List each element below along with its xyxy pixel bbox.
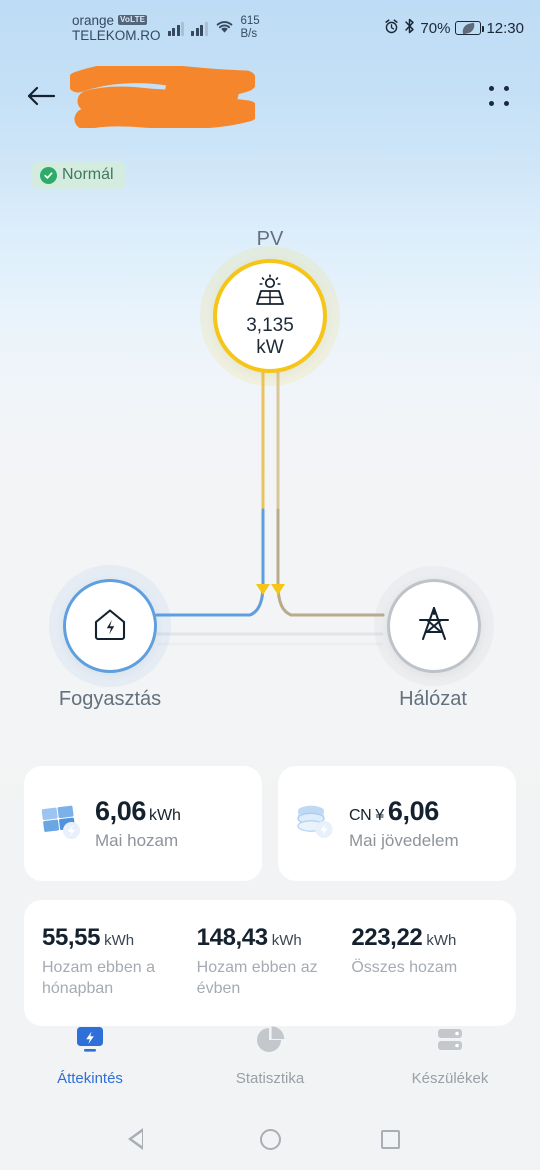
stat-year-value: 148,43 bbox=[196, 924, 268, 951]
nav-home-icon bbox=[259, 1128, 281, 1150]
grid-node-label: Hálózat bbox=[399, 688, 467, 710]
bottom-tab-bar: Áttekintés Statisztika Készülékek bbox=[0, 1010, 540, 1108]
stat-month[interactable]: 55,55 kWh Hozam ebben a hónapban bbox=[42, 924, 189, 1000]
today-yield-text: 6,06 kWh Mai hozam bbox=[95, 796, 181, 851]
today-income-value-row: CN ¥6,06 bbox=[349, 796, 459, 827]
wifi-icon bbox=[215, 19, 234, 37]
nav-recents-icon bbox=[380, 1129, 400, 1149]
today-income-value: 6,06 bbox=[387, 796, 439, 826]
pv-node[interactable]: 3,135 kW bbox=[213, 259, 327, 373]
android-navigation-bar bbox=[0, 1108, 540, 1170]
flow-arrow-left bbox=[256, 584, 270, 595]
status-badge-label: Normál bbox=[62, 166, 114, 183]
carrier-name: orange bbox=[72, 12, 115, 28]
consumption-node[interactable] bbox=[63, 579, 157, 673]
back-button[interactable] bbox=[24, 79, 58, 113]
today-yield-unit: kWh bbox=[148, 807, 181, 824]
today-income-text: CN ¥6,06 Mai jövedelem bbox=[349, 796, 459, 851]
stat-total[interactable]: 223,22 kWh Összes hozam bbox=[351, 924, 498, 1000]
solar-panel-blue-icon bbox=[40, 801, 82, 846]
flow-arrow-right bbox=[271, 584, 285, 595]
signal-strength-icon-1 bbox=[167, 21, 185, 36]
solar-panel-icon bbox=[250, 274, 290, 313]
energy-flow-diagram: PV 3,135 kW Fogyasztás Hálózat bbox=[0, 210, 540, 740]
grid-node[interactable] bbox=[387, 579, 481, 673]
today-yield-value-row: 6,06 kWh bbox=[95, 796, 181, 827]
stat-year-unit: kWh bbox=[271, 932, 302, 949]
stat-total-label: Összes hozam bbox=[351, 959, 458, 976]
stat-year[interactable]: 148,43 kWh Hozam ebben az évben bbox=[197, 924, 344, 1000]
devices-stack-icon bbox=[433, 1024, 467, 1061]
coins-stack-icon bbox=[294, 801, 336, 846]
carrier-info: orange VoLTE TELEKOM.RO bbox=[72, 13, 161, 43]
status-bar-right: 70% 12:30 bbox=[384, 18, 524, 38]
pv-unit: kW bbox=[256, 336, 284, 358]
nav-back-button[interactable] bbox=[127, 1124, 165, 1154]
check-circle-icon bbox=[40, 166, 57, 184]
today-income-card[interactable]: CN ¥6,06 Mai jövedelem bbox=[278, 766, 516, 881]
stat-month-value: 55,55 bbox=[42, 924, 101, 951]
tab-statistics-label: Statisztika bbox=[235, 1070, 305, 1087]
status-bar-left: orange VoLTE TELEKOM.RO 615 B/s bbox=[72, 13, 260, 43]
grid-dot bbox=[488, 100, 494, 106]
system-status-bar: orange VoLTE TELEKOM.RO 615 B/s 70% 12:3… bbox=[0, 0, 540, 56]
carrier-name-secondary: TELEKOM.RO bbox=[72, 28, 161, 43]
today-yield-label: Mai hozam bbox=[95, 831, 179, 850]
clock-label: 12:30 bbox=[486, 19, 524, 37]
pv-value: 3,135 bbox=[246, 315, 294, 337]
today-yield-card[interactable]: 6,06 kWh Mai hozam bbox=[24, 766, 262, 881]
stat-total-value-row: 223,22 kWh bbox=[351, 924, 498, 952]
scrolled-away-row bbox=[0, 120, 540, 142]
stat-year-value-row: 148,43 kWh bbox=[197, 924, 344, 952]
signal-strength-icon-2 bbox=[191, 21, 208, 36]
grid-dot bbox=[488, 86, 494, 92]
today-income-label: Mai jövedelem bbox=[349, 831, 459, 850]
house-bolt-icon bbox=[90, 605, 130, 648]
nav-home-button[interactable] bbox=[255, 1124, 285, 1154]
power-pylon-icon bbox=[415, 604, 453, 649]
today-yield-value: 6,06 bbox=[95, 796, 146, 826]
volte-badge: VoLTE bbox=[118, 15, 148, 26]
summary-cards-row: 6,06 kWh Mai hozam CN ¥6,06 Mai jövedele… bbox=[24, 766, 516, 881]
status-badge: Normál bbox=[32, 161, 125, 189]
tab-overview-label: Áttekintés bbox=[57, 1070, 123, 1087]
grid-dot bbox=[504, 100, 510, 106]
tab-devices[interactable]: Készülékek bbox=[360, 1024, 540, 1087]
consumption-node-label: Fogyasztás bbox=[58, 688, 162, 710]
stat-year-label: Hozam ebben az évben bbox=[196, 959, 318, 997]
nav-recents-button[interactable] bbox=[375, 1124, 405, 1154]
today-income-currency: CN ¥ bbox=[349, 807, 384, 824]
battery-percent-label: 70% bbox=[420, 19, 451, 37]
stat-month-unit: kWh bbox=[104, 932, 135, 949]
tab-statistics[interactable]: Statisztika bbox=[180, 1024, 360, 1087]
battery-saver-icon bbox=[455, 21, 485, 35]
yield-stats-card: 55,55 kWh Hozam ebben a hónapban 148,43 kW… bbox=[24, 900, 516, 1026]
network-speed-indicator: 615 B/s bbox=[240, 15, 260, 40]
alarm-icon bbox=[384, 18, 399, 38]
nav-back-icon bbox=[127, 1128, 158, 1150]
stat-total-value: 223,22 bbox=[351, 924, 423, 951]
tab-devices-label: Készülékek bbox=[411, 1070, 489, 1087]
stat-month-value-row: 55,55 kWh bbox=[42, 924, 189, 952]
bluetooth-icon bbox=[404, 18, 415, 38]
pie-chart-icon bbox=[253, 1024, 287, 1061]
stat-month-label: Hozam ebben a hónapban bbox=[42, 959, 155, 997]
overview-bolt-icon bbox=[73, 1024, 107, 1061]
overflow-menu-button[interactable] bbox=[482, 79, 516, 113]
stat-total-unit: kWh bbox=[426, 932, 457, 949]
grid-dot bbox=[504, 86, 510, 92]
back-arrow-icon bbox=[27, 86, 56, 106]
tab-overview[interactable]: Áttekintés bbox=[0, 1024, 180, 1087]
